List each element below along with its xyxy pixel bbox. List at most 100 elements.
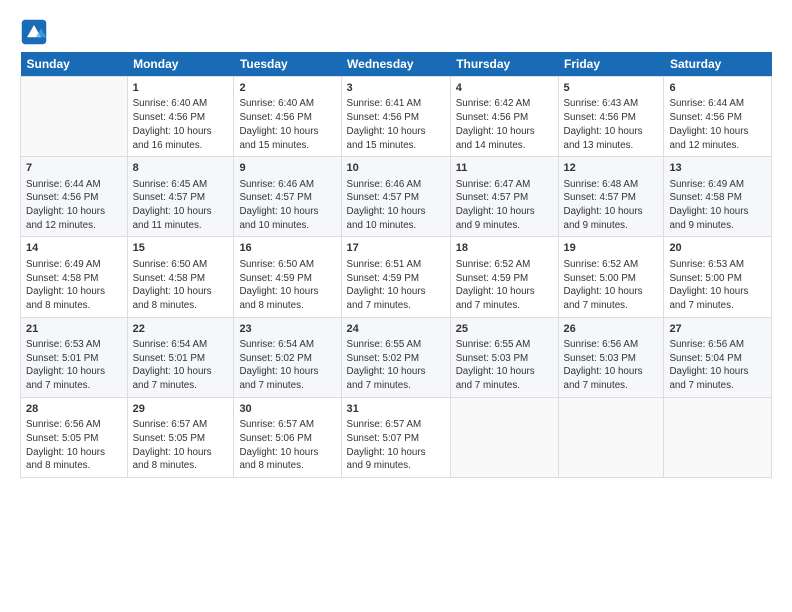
day-number: 24 (347, 322, 445, 337)
day-cell: 8Sunrise: 6:45 AM Sunset: 4:57 PM Daylig… (127, 157, 234, 237)
day-cell: 26Sunrise: 6:56 AM Sunset: 5:03 PM Dayli… (558, 317, 664, 397)
day-cell: 22Sunrise: 6:54 AM Sunset: 5:01 PM Dayli… (127, 317, 234, 397)
day-number: 8 (133, 161, 229, 176)
day-number: 13 (669, 161, 766, 176)
day-number: 11 (456, 161, 553, 176)
day-number: 1 (133, 81, 229, 96)
day-cell: 25Sunrise: 6:55 AM Sunset: 5:03 PM Dayli… (450, 317, 558, 397)
day-number: 22 (133, 322, 229, 337)
day-cell: 13 Sunrise: 6:49 AM Sunset: 4:58 PM Dayli… (664, 157, 772, 237)
day-number: 25 (456, 322, 553, 337)
day-info: Sunrise: 6:42 AM Sunset: 4:56 PM Dayligh… (456, 97, 553, 152)
day-number: 3 (347, 81, 445, 96)
day-cell: 28Sunrise: 6:56 AM Sunset: 5:05 PM Dayli… (21, 397, 128, 477)
day-info: Sunrise: 6:52 AM Sunset: 5:00 PM Dayligh… (564, 258, 659, 313)
day-cell (664, 397, 772, 477)
col-header-sunday: Sunday (21, 52, 128, 77)
day-cell: 18 Sunrise: 6:52 AM Sunset: 4:59 PM Dayli… (450, 237, 558, 317)
day-number: 15 (133, 241, 229, 256)
day-cell: 11 Sunrise: 6:47 AM Sunset: 4:57 PM Dayli… (450, 157, 558, 237)
day-cell: 5Sunrise: 6:43 AM Sunset: 4:56 PM Daylig… (558, 77, 664, 157)
day-number: 28 (26, 402, 122, 417)
day-number: 10 (347, 161, 445, 176)
day-cell: 6Sunrise: 6:44 AM Sunset: 4:56 PM Daylig… (664, 77, 772, 157)
week-row-2: 14 Sunrise: 6:49 AM Sunset: 4:58 PM Dayli… (21, 237, 772, 317)
header-row: SundayMondayTuesdayWednesdayThursdayFrid… (21, 52, 772, 77)
day-info: Sunrise: 6:55 AM Sunset: 5:03 PM Dayligh… (456, 338, 553, 393)
day-info: Sunrise: 6:44 AM Sunset: 4:56 PM Dayligh… (669, 97, 766, 152)
day-number: 4 (456, 81, 553, 96)
header (20, 18, 772, 46)
day-info: Sunrise: 6:54 AM Sunset: 5:01 PM Dayligh… (133, 338, 229, 393)
day-cell (21, 77, 128, 157)
day-number: 26 (564, 322, 659, 337)
day-cell: 17 Sunrise: 6:51 AM Sunset: 4:59 PM Dayli… (341, 237, 450, 317)
col-header-wednesday: Wednesday (341, 52, 450, 77)
col-header-friday: Friday (558, 52, 664, 77)
day-number: 9 (239, 161, 335, 176)
logo (20, 18, 50, 46)
day-info: Sunrise: 6:41 AM Sunset: 4:56 PM Dayligh… (347, 97, 445, 152)
day-info: Sunrise: 6:53 AM Sunset: 5:00 PM Dayligh… (669, 258, 766, 313)
day-info: Sunrise: 6:57 AM Sunset: 5:07 PM Dayligh… (347, 418, 445, 473)
page: SundayMondayTuesdayWednesdayThursdayFrid… (0, 0, 792, 488)
day-info: Sunrise: 6:40 AM Sunset: 4:56 PM Dayligh… (239, 97, 335, 152)
col-header-monday: Monday (127, 52, 234, 77)
day-cell: 30Sunrise: 6:57 AM Sunset: 5:06 PM Dayli… (234, 397, 341, 477)
day-info: Sunrise: 6:44 AM Sunset: 4:56 PM Dayligh… (26, 178, 122, 233)
day-cell: 20Sunrise: 6:53 AM Sunset: 5:00 PM Dayli… (664, 237, 772, 317)
day-info: Sunrise: 6:55 AM Sunset: 5:02 PM Dayligh… (347, 338, 445, 393)
day-number: 2 (239, 81, 335, 96)
day-number: 17 (347, 241, 445, 256)
day-info: Sunrise: 6:56 AM Sunset: 5:04 PM Dayligh… (669, 338, 766, 393)
day-info: Sunrise: 6:51 AM Sunset: 4:59 PM Dayligh… (347, 258, 445, 313)
day-info: Sunrise: 6:49 AM Sunset: 4:58 PM Dayligh… (26, 258, 122, 313)
day-cell: 24Sunrise: 6:55 AM Sunset: 5:02 PM Dayli… (341, 317, 450, 397)
day-number: 31 (347, 402, 445, 417)
day-cell: 10 Sunrise: 6:46 AM Sunset: 4:57 PM Dayli… (341, 157, 450, 237)
day-info: Sunrise: 6:40 AM Sunset: 4:56 PM Dayligh… (133, 97, 229, 152)
day-info: Sunrise: 6:46 AM Sunset: 4:57 PM Dayligh… (239, 178, 335, 233)
week-row-1: 7 Sunrise: 6:44 AM Sunset: 4:56 PM Daylig… (21, 157, 772, 237)
day-cell: 29Sunrise: 6:57 AM Sunset: 5:05 PM Dayli… (127, 397, 234, 477)
day-info: Sunrise: 6:48 AM Sunset: 4:57 PM Dayligh… (564, 178, 659, 233)
day-info: Sunrise: 6:50 AM Sunset: 4:58 PM Dayligh… (133, 258, 229, 313)
day-cell: 7 Sunrise: 6:44 AM Sunset: 4:56 PM Daylig… (21, 157, 128, 237)
day-number: 23 (239, 322, 335, 337)
day-number: 14 (26, 241, 122, 256)
day-number: 6 (669, 81, 766, 96)
day-info: Sunrise: 6:49 AM Sunset: 4:58 PM Dayligh… (669, 178, 766, 233)
day-number: 18 (456, 241, 553, 256)
week-row-3: 21Sunrise: 6:53 AM Sunset: 5:01 PM Dayli… (21, 317, 772, 397)
day-info: Sunrise: 6:54 AM Sunset: 5:02 PM Dayligh… (239, 338, 335, 393)
day-number: 16 (239, 241, 335, 256)
day-number: 12 (564, 161, 659, 176)
day-cell: 15 Sunrise: 6:50 AM Sunset: 4:58 PM Dayli… (127, 237, 234, 317)
day-info: Sunrise: 6:56 AM Sunset: 5:03 PM Dayligh… (564, 338, 659, 393)
day-cell: 14 Sunrise: 6:49 AM Sunset: 4:58 PM Dayli… (21, 237, 128, 317)
day-cell (558, 397, 664, 477)
day-cell: 19 Sunrise: 6:52 AM Sunset: 5:00 PM Dayli… (558, 237, 664, 317)
day-info: Sunrise: 6:52 AM Sunset: 4:59 PM Dayligh… (456, 258, 553, 313)
day-cell: 21Sunrise: 6:53 AM Sunset: 5:01 PM Dayli… (21, 317, 128, 397)
logo-icon (20, 18, 48, 46)
day-number: 7 (26, 161, 122, 176)
day-cell: 27Sunrise: 6:56 AM Sunset: 5:04 PM Dayli… (664, 317, 772, 397)
day-info: Sunrise: 6:47 AM Sunset: 4:57 PM Dayligh… (456, 178, 553, 233)
day-info: Sunrise: 6:46 AM Sunset: 4:57 PM Dayligh… (347, 178, 445, 233)
week-row-4: 28Sunrise: 6:56 AM Sunset: 5:05 PM Dayli… (21, 397, 772, 477)
day-number: 21 (26, 322, 122, 337)
day-cell: 12 Sunrise: 6:48 AM Sunset: 4:57 PM Dayli… (558, 157, 664, 237)
col-header-tuesday: Tuesday (234, 52, 341, 77)
col-header-saturday: Saturday (664, 52, 772, 77)
day-number: 5 (564, 81, 659, 96)
week-row-0: 1Sunrise: 6:40 AM Sunset: 4:56 PM Daylig… (21, 77, 772, 157)
day-number: 19 (564, 241, 659, 256)
day-cell: 23Sunrise: 6:54 AM Sunset: 5:02 PM Dayli… (234, 317, 341, 397)
day-info: Sunrise: 6:53 AM Sunset: 5:01 PM Dayligh… (26, 338, 122, 393)
day-info: Sunrise: 6:43 AM Sunset: 4:56 PM Dayligh… (564, 97, 659, 152)
day-cell (450, 397, 558, 477)
day-cell: 4Sunrise: 6:42 AM Sunset: 4:56 PM Daylig… (450, 77, 558, 157)
day-info: Sunrise: 6:56 AM Sunset: 5:05 PM Dayligh… (26, 418, 122, 473)
col-header-thursday: Thursday (450, 52, 558, 77)
